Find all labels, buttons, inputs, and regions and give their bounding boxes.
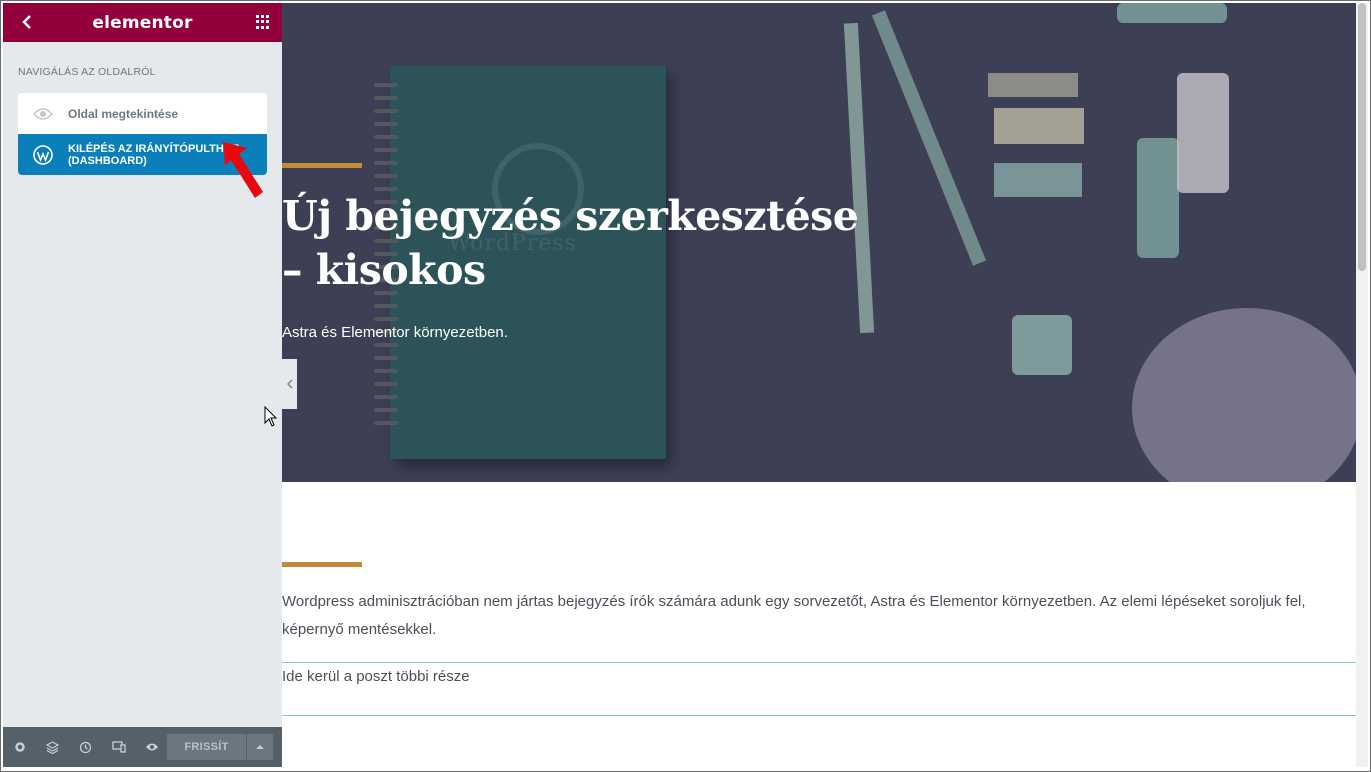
page-subtitle: Astra és Elementor környezetben. xyxy=(282,324,508,341)
eraser-image xyxy=(1012,315,1072,375)
history-icon[interactable] xyxy=(69,727,102,767)
preview-eye-icon[interactable] xyxy=(135,727,168,767)
page-scrollbar[interactable] xyxy=(1356,3,1368,767)
red-arrow-annotation xyxy=(221,138,265,207)
update-button[interactable]: FRISSÍT xyxy=(167,734,246,760)
chevron-left-icon xyxy=(286,379,292,389)
save-options-caret-icon[interactable] xyxy=(247,734,273,760)
marker-image xyxy=(1177,73,1229,193)
widgets-grid-icon[interactable] xyxy=(256,15,270,29)
elementor-panel: elementor NAVIGÁLÁS AZ OLDALRÓL Oldal me… xyxy=(3,3,282,767)
collapse-panel-toggle[interactable] xyxy=(282,359,297,409)
panel-header: elementor xyxy=(3,3,282,42)
marker-image xyxy=(1117,3,1227,23)
panel-footer: FRISSÍT xyxy=(3,727,282,767)
hero-accent-bar xyxy=(282,163,362,168)
wordpress-icon xyxy=(32,144,54,166)
layers-icon[interactable] xyxy=(36,727,69,767)
donut-image xyxy=(1132,308,1356,482)
hero-section: WordPress Új bejegyzés szerkesztése – ki… xyxy=(282,3,1356,482)
divider xyxy=(282,715,1356,716)
pencil-image xyxy=(871,10,987,266)
divider xyxy=(282,662,1356,663)
intro-paragraph: Wordpress adminisztrációban nem jártas b… xyxy=(282,593,1306,638)
content-accent-bar xyxy=(282,562,362,567)
scrollbar-thumb[interactable] xyxy=(1358,3,1366,271)
more-content-text: Ide kerül a poszt többi része xyxy=(282,668,470,685)
eye-icon xyxy=(32,103,54,125)
sticky-note-image xyxy=(988,73,1078,97)
marker-image xyxy=(1137,138,1179,258)
elementor-logo: elementor xyxy=(92,12,193,33)
responsive-icon[interactable] xyxy=(102,727,135,767)
view-page-item[interactable]: Oldal megtekintése xyxy=(18,93,267,134)
section-title: NAVIGÁLÁS AZ OLDALRÓL xyxy=(18,66,156,78)
mouse-cursor-icon xyxy=(264,405,278,433)
page-title: Új bejegyzés szerkesztése – kisokos xyxy=(282,192,859,294)
sticky-note-image xyxy=(994,108,1084,144)
settings-icon[interactable] xyxy=(3,727,36,767)
sticky-note-image xyxy=(994,163,1082,197)
view-page-label: Oldal megtekintése xyxy=(68,106,179,121)
back-arrow-icon[interactable] xyxy=(17,12,37,32)
